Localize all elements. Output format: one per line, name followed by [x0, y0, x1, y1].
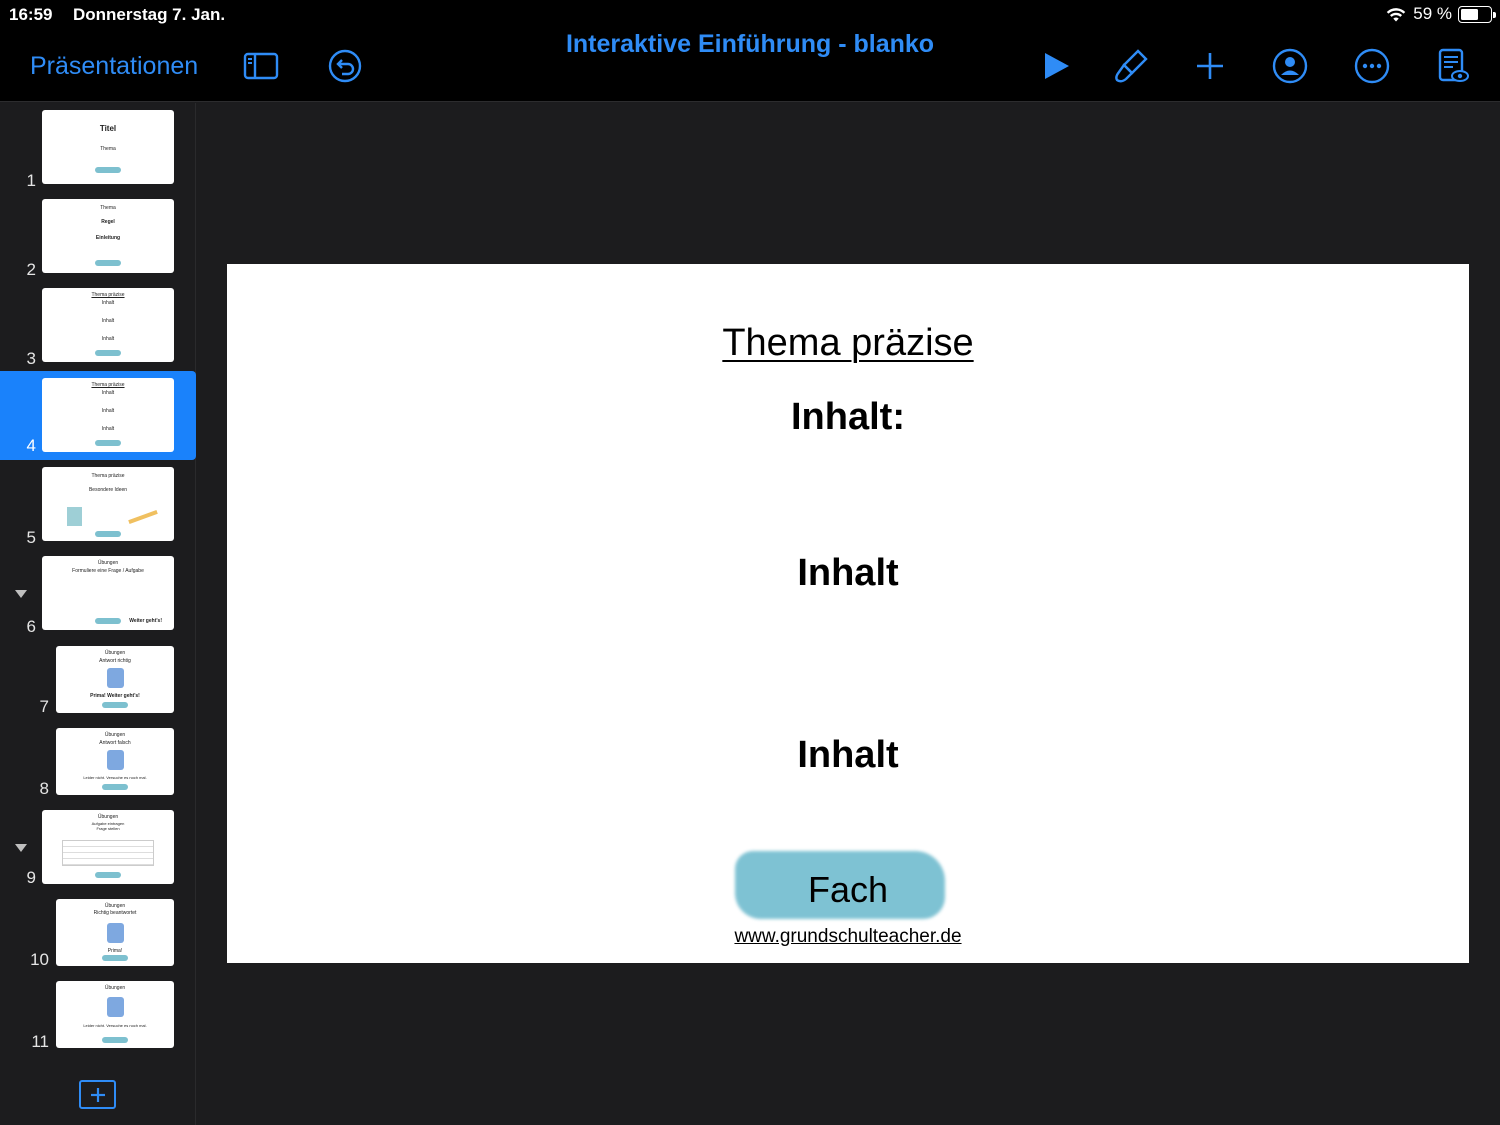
slide-thumbnail-1[interactable]: 1 Titel Thema [0, 107, 196, 191]
status-indicators: 59 % [1385, 4, 1496, 24]
status-time: 16:59 [9, 5, 53, 24]
slide-number: 4 [26, 436, 36, 455]
presentations-back-button[interactable]: Präsentationen [30, 52, 198, 81]
slide-content-2[interactable]: Inhalt [227, 734, 1469, 777]
play-icon[interactable] [1036, 46, 1076, 86]
collaborate-icon[interactable] [1270, 46, 1310, 86]
slide-preview: Übungen Formuliere eine Frage / Aufgabe … [42, 556, 174, 630]
add-icon[interactable] [1190, 46, 1230, 86]
collapse-triangle-icon[interactable] [15, 590, 27, 598]
slide-number: 9 [26, 868, 36, 887]
format-brush-icon[interactable] [1111, 46, 1151, 86]
undo-icon[interactable] [325, 46, 365, 86]
sidebar-icon[interactable] [241, 46, 281, 86]
subject-badge-label[interactable]: Fach [227, 869, 1469, 911]
status-bar: 16:59 Donnerstag 7. Jan. 59 % [0, 0, 1500, 30]
slide-number: 3 [26, 349, 36, 368]
status-date: Donnerstag 7. Jan. [73, 5, 226, 24]
slide-preview: Übungen Antwort falsch Leider nicht. Ver… [56, 728, 174, 795]
slide-thumbnail-5[interactable]: 5 Thema präzise Besondere Ideen [0, 464, 196, 548]
add-slide-button[interactable] [79, 1080, 116, 1109]
slide-number: 2 [26, 260, 36, 279]
battery-icon [1458, 5, 1496, 23]
slide-number: 7 [39, 697, 49, 716]
website-link[interactable]: www.grundschulteacher.de [227, 926, 1469, 948]
slide-number: 6 [26, 617, 36, 636]
slide-preview: Thema präzise Inhalt Inhalt Inhalt [42, 378, 174, 452]
slide-preview: Übungen Antwort richtig Prima! Weiter ge… [56, 646, 174, 713]
slide-number: 10 [30, 950, 49, 969]
current-slide[interactable]: Thema präzise Inhalt: Inhalt Inhalt Fach… [227, 264, 1469, 963]
slide-thumbnail-4[interactable]: 4 Thema präzise Inhalt Inhalt Inhalt [0, 371, 196, 460]
slide-navigator: 1 Titel Thema 2 Thema Regel Einleitung 3… [0, 103, 196, 1125]
battery-percent: 59 % [1413, 4, 1452, 23]
collapse-triangle-icon[interactable] [15, 844, 27, 852]
slide-preview: Übungen Aufgabe eintragen Frage stellen [42, 810, 174, 884]
slide-number: 11 [31, 1032, 49, 1051]
slide-preview: Übungen Leider nicht. Versuche es noch m… [56, 981, 174, 1048]
slide-preview: Thema Regel Einleitung [42, 199, 174, 273]
wifi-icon [1387, 7, 1406, 21]
slide-number: 5 [26, 528, 36, 547]
slide-preview: Titel Thema [42, 110, 174, 184]
plus-icon [90, 1087, 105, 1102]
slide-preview: Thema präzise Inhalt Inhalt Inhalt [42, 288, 174, 362]
presenter-notes-icon[interactable] [1432, 46, 1472, 86]
slide-thumbnail-9[interactable]: 9 Übungen Aufgabe eintragen Frage stelle… [0, 806, 196, 890]
slide-thumbnail-6[interactable]: 6 Übungen Formuliere eine Frage / Aufgab… [0, 553, 196, 637]
slide-canvas[interactable]: Thema präzise Inhalt: Inhalt Inhalt Fach… [197, 103, 1500, 1125]
slide-preview: Übungen Richtig beantwortet Prima! [56, 899, 174, 966]
slide-thumbnail-10[interactable]: 10 Übungen Richtig beantwortet Prima! [0, 895, 196, 973]
slide-title[interactable]: Thema präzise [227, 322, 1469, 365]
slide-thumbnail-7[interactable]: 7 Übungen Antwort richtig Prima! Weiter … [0, 642, 196, 720]
slide-content-1[interactable]: Inhalt [227, 552, 1469, 595]
slide-preview: Thema präzise Besondere Ideen [42, 467, 174, 541]
slide-number: 1 [26, 171, 36, 190]
slide-thumbnail-2[interactable]: 2 Thema Regel Einleitung [0, 196, 196, 280]
slide-thumbnail-11[interactable]: 11 Übungen Leider nicht. Versuche es noc… [0, 977, 196, 1055]
slide-thumbnail-8[interactable]: 8 Übungen Antwort falsch Leider nicht. V… [0, 724, 196, 802]
more-icon[interactable] [1352, 46, 1392, 86]
slide-heading[interactable]: Inhalt: [227, 396, 1469, 439]
slide-thumbnail-3[interactable]: 3 Thema präzise Inhalt Inhalt Inhalt [0, 285, 196, 369]
slide-number: 8 [39, 779, 49, 798]
toolbar: Präsentationen Interaktive Einführung - … [0, 30, 1500, 102]
